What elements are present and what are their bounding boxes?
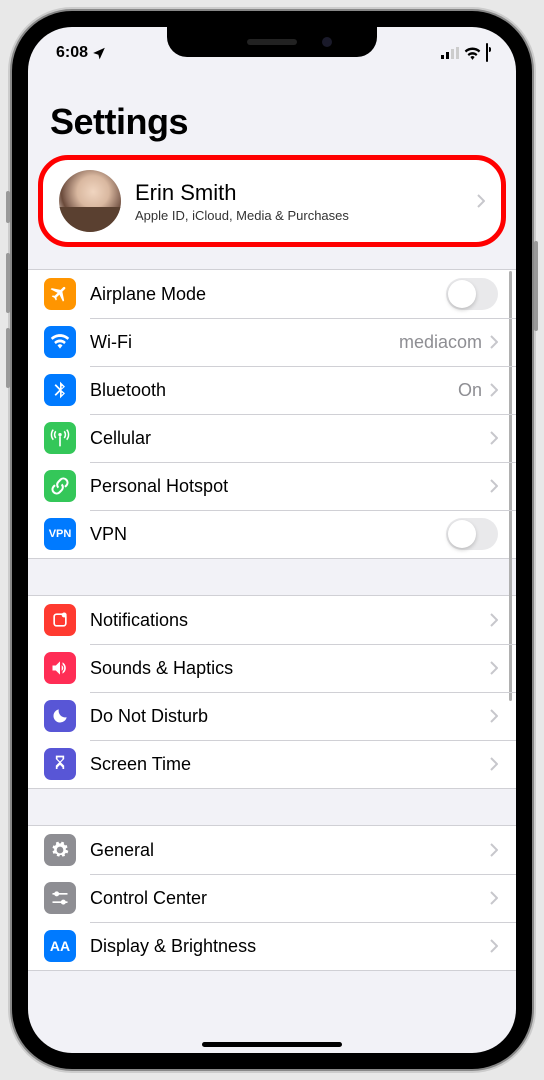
antenna-icon <box>44 422 76 454</box>
chevron-right-icon <box>477 194 485 208</box>
status-time: 6:08 <box>56 44 88 62</box>
row-label: Cellular <box>90 428 490 449</box>
speaker-icon <box>44 652 76 684</box>
apple-id-row[interactable]: Erin Smith Apple ID, iCloud, Media & Pur… <box>43 160 501 242</box>
profile-name: Erin Smith <box>135 180 463 206</box>
phone-side-buttons-right <box>534 241 538 361</box>
row-dnd[interactable]: Do Not Disturb <box>28 692 516 740</box>
airplane-icon <box>44 278 76 310</box>
row-notifications[interactable]: Notifications <box>28 596 516 644</box>
row-control-center[interactable]: Control Center <box>28 874 516 922</box>
page-title: Settings <box>28 71 516 151</box>
row-label: Airplane Mode <box>90 284 446 305</box>
battery-icon <box>486 44 488 62</box>
home-indicator[interactable] <box>202 1042 342 1047</box>
chevron-right-icon <box>490 383 498 397</box>
content-scroll[interactable]: Settings Erin Smith Apple ID, iCloud, Me… <box>28 71 516 1053</box>
wifi-icon <box>44 326 76 358</box>
gear-icon <box>44 834 76 866</box>
row-cellular[interactable]: Cellular <box>28 414 516 462</box>
avatar <box>59 170 121 232</box>
bluetooth-icon <box>44 374 76 406</box>
row-general[interactable]: General <box>28 826 516 874</box>
row-airplane-mode[interactable]: Airplane Mode <box>28 270 516 318</box>
bell-icon <box>44 604 76 636</box>
vpn-icon: VPN <box>44 518 76 550</box>
row-label: Personal Hotspot <box>90 476 490 497</box>
row-bluetooth[interactable]: Bluetooth On <box>28 366 516 414</box>
row-label: Do Not Disturb <box>90 706 490 727</box>
phone-frame: 6:08 Settings <box>12 11 532 1069</box>
profile-subtitle: Apple ID, iCloud, Media & Purchases <box>135 208 463 223</box>
notch <box>167 27 377 57</box>
chevron-right-icon <box>490 843 498 857</box>
chevron-right-icon <box>490 335 498 349</box>
chevron-right-icon <box>490 757 498 771</box>
row-sounds[interactable]: Sounds & Haptics <box>28 644 516 692</box>
row-label: Bluetooth <box>90 380 458 401</box>
row-value: mediacom <box>399 332 482 353</box>
link-icon <box>44 470 76 502</box>
row-label: Display & Brightness <box>90 936 490 957</box>
wifi-status-icon <box>464 47 481 60</box>
chevron-right-icon <box>490 891 498 905</box>
cellular-signal-icon <box>441 47 459 59</box>
phone-side-buttons-left <box>6 191 10 403</box>
text-aa-icon: AA <box>44 930 76 962</box>
settings-section-notifications: Notifications Sounds & Haptics Do Not Di… <box>28 595 516 789</box>
settings-section-connectivity: Airplane Mode Wi-Fi mediacom Bluetooth <box>28 269 516 559</box>
airplane-toggle[interactable] <box>446 278 498 310</box>
sliders-icon <box>44 882 76 914</box>
row-screen-time[interactable]: Screen Time <box>28 740 516 788</box>
row-value: On <box>458 380 482 401</box>
moon-icon <box>44 700 76 732</box>
row-label: VPN <box>90 524 446 545</box>
row-label: Notifications <box>90 610 490 631</box>
settings-section-general: General Control Center AA Display & Brig… <box>28 825 516 971</box>
row-label: Screen Time <box>90 754 490 775</box>
row-display-brightness[interactable]: AA Display & Brightness <box>28 922 516 970</box>
chevron-right-icon <box>490 613 498 627</box>
vpn-toggle[interactable] <box>446 518 498 550</box>
location-icon <box>92 46 106 60</box>
screen: 6:08 Settings <box>28 27 516 1053</box>
chevron-right-icon <box>490 479 498 493</box>
chevron-right-icon <box>490 661 498 675</box>
chevron-right-icon <box>490 939 498 953</box>
row-hotspot[interactable]: Personal Hotspot <box>28 462 516 510</box>
hourglass-icon <box>44 748 76 780</box>
chevron-right-icon <box>490 709 498 723</box>
row-label: General <box>90 840 490 861</box>
row-wifi[interactable]: Wi-Fi mediacom <box>28 318 516 366</box>
chevron-right-icon <box>490 431 498 445</box>
row-vpn[interactable]: VPN VPN <box>28 510 516 558</box>
row-label: Control Center <box>90 888 490 909</box>
row-label: Sounds & Haptics <box>90 658 490 679</box>
highlight-annotation: Erin Smith Apple ID, iCloud, Media & Pur… <box>38 155 506 247</box>
row-label: Wi-Fi <box>90 332 399 353</box>
